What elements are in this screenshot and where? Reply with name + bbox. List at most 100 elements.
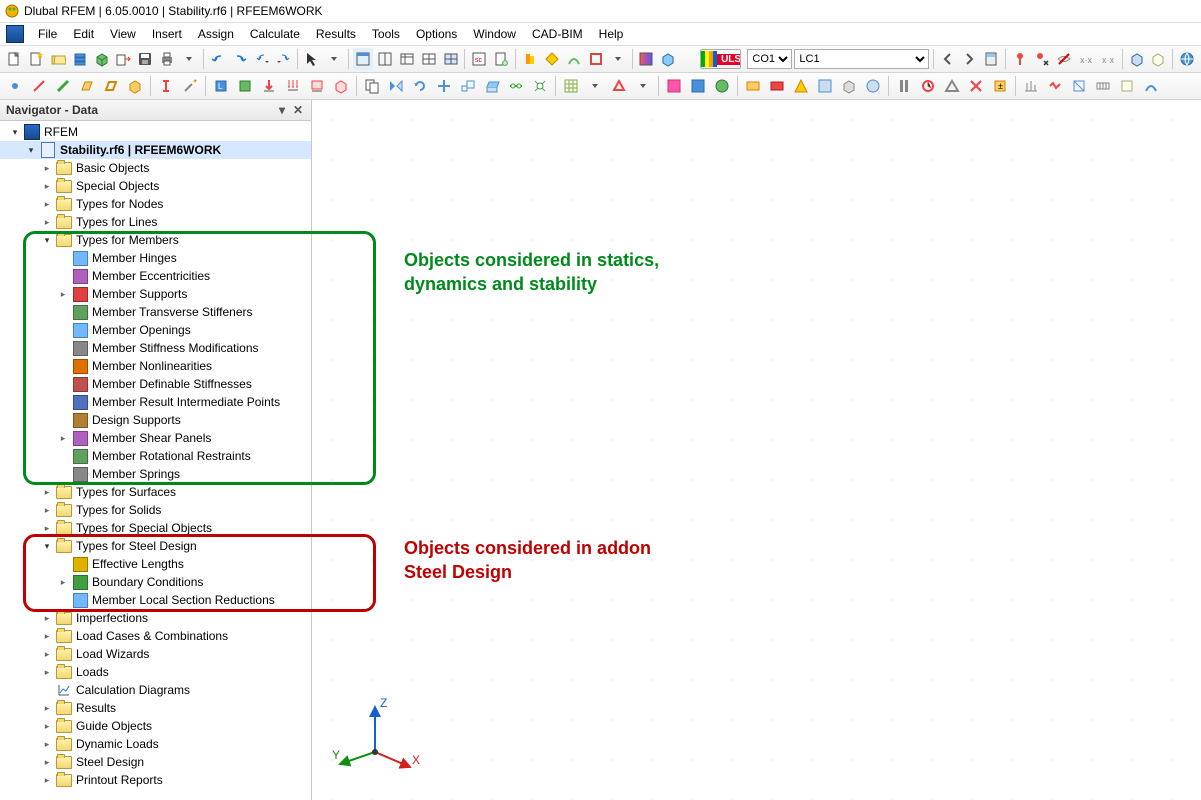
tree-toggle-icon[interactable]: ▸ — [40, 773, 54, 787]
menu-options[interactable]: Options — [408, 25, 465, 43]
tool-opening-icon[interactable] — [100, 75, 122, 97]
tree-calc_diagrams[interactable]: Calculation Diagrams — [0, 681, 311, 699]
tree-toggle-icon[interactable]: ▸ — [40, 719, 54, 733]
tool-server-icon[interactable] — [70, 48, 90, 70]
tree-member_hinges[interactable]: Member Hinges — [0, 249, 311, 267]
tree-design_supports[interactable]: Design Supports — [0, 411, 311, 429]
tree-toggle-icon[interactable]: ▸ — [40, 665, 54, 679]
tool-a2-icon[interactable] — [687, 75, 709, 97]
tree-member_springs[interactable]: Member Springs — [0, 465, 311, 483]
tool-select-arrow-icon[interactable] — [302, 48, 322, 70]
tool-load1-icon[interactable] — [258, 75, 280, 97]
tree-toggle-icon[interactable]: ▸ — [40, 647, 54, 661]
tool-c2-icon[interactable] — [917, 75, 939, 97]
tool-d3-icon[interactable] — [1068, 75, 1090, 97]
tool-c3-icon[interactable] — [941, 75, 963, 97]
tree-types_solids[interactable]: ▸Types for Solids — [0, 501, 311, 519]
tree-member_stiff_mod[interactable]: Member Stiffness Modifications — [0, 339, 311, 357]
tool-undo-dd[interactable] — [252, 48, 272, 70]
tree-__root[interactable]: ▾RFEM — [0, 123, 311, 141]
tool-view-color-icon[interactable] — [636, 48, 656, 70]
tool-a1-icon[interactable] — [663, 75, 685, 97]
tree-toggle-icon[interactable]: ▾ — [40, 539, 54, 553]
tool-xx-icon[interactable]: x·x — [1076, 48, 1096, 70]
tool-c4-icon[interactable] — [965, 75, 987, 97]
tool-undo-icon[interactable] — [208, 48, 228, 70]
tool-load4-icon[interactable] — [330, 75, 352, 97]
tool-load3-icon[interactable] — [306, 75, 328, 97]
tree-toggle-icon[interactable]: ▸ — [56, 431, 70, 445]
tool-pin-x-icon[interactable] — [1032, 48, 1052, 70]
menu-cadbim[interactable]: CAD-BIM — [524, 25, 591, 43]
tree-printout_reports[interactable]: ▸Printout Reports — [0, 771, 311, 789]
tool-report-plus-icon[interactable] — [491, 48, 511, 70]
tool-connect-icon[interactable] — [529, 75, 551, 97]
tool-dropdown-1[interactable] — [179, 48, 199, 70]
tool-window-tile-icon[interactable] — [353, 48, 373, 70]
tool-b1-icon[interactable] — [742, 75, 764, 97]
tool-hide-icon[interactable] — [1054, 48, 1074, 70]
tree-member_result_pts[interactable]: Member Result Intermediate Points — [0, 393, 311, 411]
tool-copy-icon[interactable] — [361, 75, 383, 97]
tool-scale-icon[interactable] — [457, 75, 479, 97]
tree-toggle-icon[interactable]: ▸ — [40, 161, 54, 175]
tree-effective_lengths[interactable]: Effective Lengths — [0, 555, 311, 573]
tool-shape-2-icon[interactable] — [542, 48, 562, 70]
tree-types_members[interactable]: ▾Types for Members — [0, 231, 311, 249]
tool-extrude-icon[interactable] — [481, 75, 503, 97]
tree-member_local_sec_red[interactable]: Member Local Section Reductions — [0, 591, 311, 609]
tool-b2-icon[interactable] — [766, 75, 788, 97]
tool-cube2-icon[interactable] — [1148, 48, 1168, 70]
tree-__proj[interactable]: ▾Stability.rf6 | RFEEM6WORK — [0, 141, 311, 159]
tool-new-star-icon[interactable] — [26, 48, 46, 70]
tool-line-icon[interactable] — [28, 75, 50, 97]
menu-window[interactable]: Window — [465, 25, 524, 43]
tool-redo-dd[interactable] — [274, 48, 294, 70]
tool-open-icon[interactable] — [48, 48, 68, 70]
tool-a3-icon[interactable] — [711, 75, 733, 97]
tree-special_objects[interactable]: ▸Special Objects — [0, 177, 311, 195]
navigator-tree[interactable]: ▾RFEM▾Stability.rf6 | RFEEM6WORK▸Basic O… — [0, 121, 311, 800]
menu-help[interactable]: Help — [591, 25, 632, 43]
tree-types_lines[interactable]: ▸Types for Lines — [0, 213, 311, 231]
tree-toggle-icon[interactable]: ▸ — [40, 521, 54, 535]
tree-member_shear_panels[interactable]: ▸Member Shear Panels — [0, 429, 311, 447]
tree-toggle-icon[interactable]: ▾ — [24, 143, 38, 157]
tool-d4-icon[interactable] — [1092, 75, 1114, 97]
tool-shape-dd-icon[interactable] — [608, 48, 628, 70]
tree-steel_design[interactable]: ▸Steel Design — [0, 753, 311, 771]
tool-pin-r-icon[interactable] — [1010, 48, 1030, 70]
tree-toggle-icon[interactable]: ▸ — [40, 503, 54, 517]
tool-load2-icon[interactable] — [282, 75, 304, 97]
tool-wizard-icon[interactable] — [179, 75, 201, 97]
tree-results[interactable]: ▸Results — [0, 699, 311, 717]
tree-member_def_stiff[interactable]: Member Definable Stiffnesses — [0, 375, 311, 393]
tree-loads[interactable]: ▸Loads — [0, 663, 311, 681]
tool-redo-icon[interactable] — [230, 48, 250, 70]
tool-dd-support[interactable] — [632, 75, 654, 97]
tool-d5-icon[interactable] — [1116, 75, 1138, 97]
tree-types_surfaces[interactable]: ▸Types for Surfaces — [0, 483, 311, 501]
tree-member_trans_stiff[interactable]: Member Transverse Stiffeners — [0, 303, 311, 321]
tree-toggle-icon[interactable]: ▸ — [40, 755, 54, 769]
tool-mesh-icon[interactable] — [560, 75, 582, 97]
tool-grid-icon[interactable] — [419, 48, 439, 70]
menu-edit[interactable]: Edit — [65, 25, 102, 43]
tree-toggle-icon[interactable]: ▸ — [40, 737, 54, 751]
tree-types_steel_design[interactable]: ▾Types for Steel Design — [0, 537, 311, 555]
tool-dd-arrow-icon[interactable] — [324, 48, 344, 70]
tree-imperfections[interactable]: ▸Imperfections — [0, 609, 311, 627]
tool-node-icon[interactable] — [4, 75, 26, 97]
tool-member-icon[interactable] — [52, 75, 74, 97]
tool-export-icon[interactable] — [113, 48, 133, 70]
tool-b3-icon[interactable] — [790, 75, 812, 97]
tool-b5-icon[interactable] — [838, 75, 860, 97]
tool-c5-icon[interactable]: ± — [989, 75, 1011, 97]
tool-next-icon[interactable] — [960, 48, 980, 70]
tree-toggle-icon[interactable]: ▸ — [40, 179, 54, 193]
tool-shape-4-icon[interactable] — [586, 48, 606, 70]
tool-d1-icon[interactable] — [1020, 75, 1042, 97]
model-viewport[interactable]: Objects considered in statics, dynamics … — [312, 100, 1201, 800]
tree-member_ecc[interactable]: Member Eccentricities — [0, 267, 311, 285]
tool-block-icon[interactable] — [92, 48, 112, 70]
